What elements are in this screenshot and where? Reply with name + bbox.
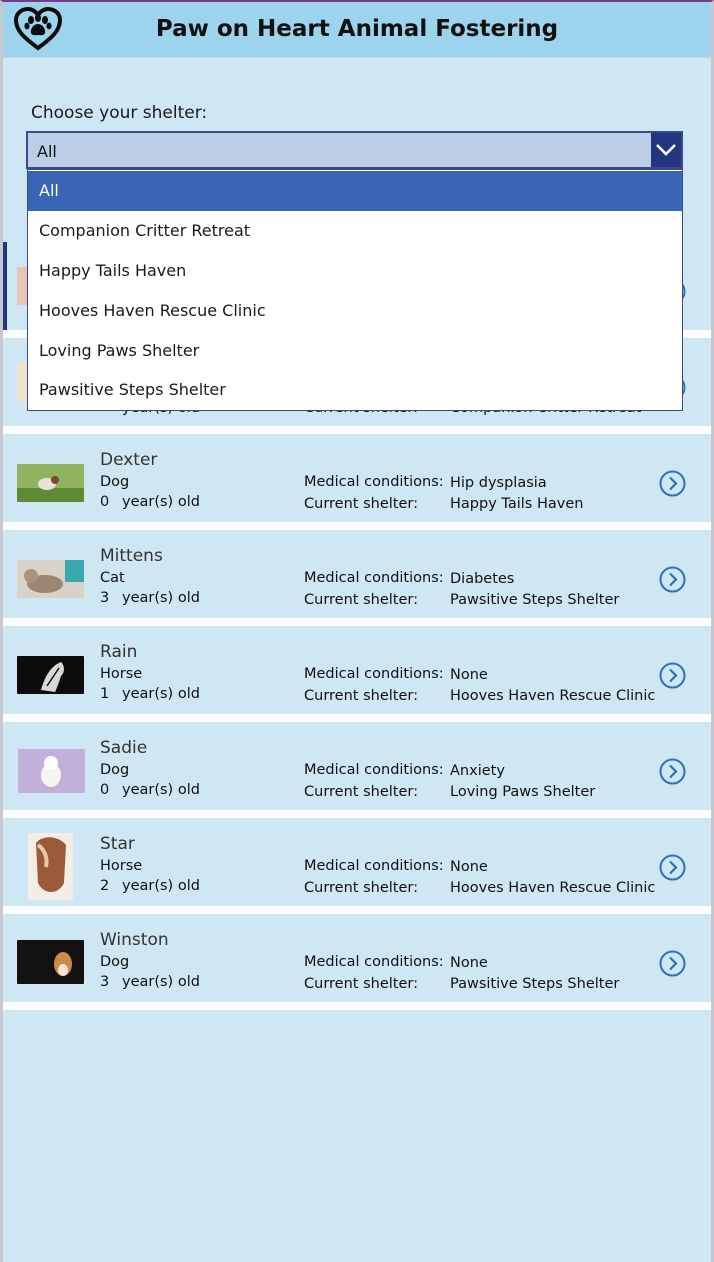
pet-shelter-value: Hooves Haven Rescue Clinic [450,688,656,704]
shelter-label: Current shelter: [304,784,418,800]
medical-label: Medical conditions: [304,666,444,682]
app-header: Paw on Heart Animal Fostering [3,2,711,58]
medical-label: Medical conditions: [304,858,444,874]
pet-shelter-value: Happy Tails Haven [450,496,584,512]
pet-medical-value: Anxiety [450,763,505,779]
pet-medical-value: None [450,859,488,875]
chevron-right-circle-icon[interactable] [659,470,686,497]
pet-age: 3 year(s) old [100,974,200,990]
pet-name: Rain [100,642,138,662]
chevron-right-circle-icon[interactable] [659,662,686,689]
pet-thumbnail [28,833,73,900]
pet-age: 3 year(s) old [100,590,200,606]
pet-row[interactable]: Winston Dog 3 year(s) old Medical conditi… [3,914,711,1002]
pet-medical-value: Hip dysplasia [450,475,547,491]
dropdown-option-pawsitive-steps-shelter[interactable]: Pawsitive Steps Shelter [28,370,682,410]
dropdown-option-companion-critter-retreat[interactable]: Companion Critter Retreat [28,211,682,251]
pet-type: Dog [100,954,130,970]
row-divider [3,618,711,626]
pet-row[interactable]: Dexter Dog 0 year(s) old Medical conditio… [3,434,711,522]
pet-type: Horse [100,666,143,682]
pet-name: Mittens [100,546,163,566]
row-divider [3,810,711,818]
shelter-label: Current shelter: [304,688,418,704]
pet-type: Horse [100,858,143,874]
pet-thumbnail [18,749,85,793]
pet-medical-value: None [450,955,488,971]
shelter-select[interactable]: All [26,131,683,169]
pet-medical-value: None [450,667,488,683]
pet-age: 0 year(s) old [100,494,200,510]
pet-type: Dog [100,762,130,778]
pet-medical-value: Diabetes [450,571,515,587]
pet-row[interactable]: Star Horse 2 year(s) old Medical conditio… [3,818,711,906]
pet-thumbnail [17,560,84,598]
chevron-right-circle-icon[interactable] [659,854,686,881]
selected-indicator [3,242,7,330]
pet-row[interactable]: Sadie Dog 0 year(s) old Medical condition… [3,722,711,810]
pet-thumbnail [17,940,84,984]
shelter-label: Current shelter: [304,976,418,992]
shelter-dropdown-list: All Companion Critter Retreat Happy Tail… [27,169,683,411]
pet-shelter-value: Loving Paws Shelter [450,784,596,800]
pet-shelter-value: Pawsitive Steps Shelter [450,976,620,992]
pet-shelter-value: Hooves Haven Rescue Clinic [450,880,656,896]
chevron-right-circle-icon[interactable] [659,950,686,977]
chevron-right-circle-icon[interactable] [659,758,686,785]
shelter-filter-label: Choose your shelter: [31,103,208,123]
pet-type: Cat [100,570,125,586]
dropdown-option-hooves-haven-rescue-clinic[interactable]: Hooves Haven Rescue Clinic [28,291,682,331]
pet-name: Winston [100,930,169,950]
dropdown-option-all[interactable]: All [28,171,682,211]
pet-type: Dog [100,474,130,490]
shelter-label: Current shelter: [304,880,418,896]
dropdown-toggle-button[interactable] [651,133,681,167]
pet-name: Star [100,834,135,854]
row-divider [3,906,711,914]
row-divider [3,426,711,434]
dropdown-option-loving-paws-shelter[interactable]: Loving Paws Shelter [28,331,682,371]
pet-thumbnail [17,656,84,694]
pet-age: 0 year(s) old [100,782,200,798]
pet-thumbnail [17,464,84,502]
medical-label: Medical conditions: [304,762,444,778]
pet-shelter-value: Pawsitive Steps Shelter [450,592,620,608]
shelter-label: Current shelter: [304,496,418,512]
row-divider [3,522,711,530]
pet-row[interactable]: Mittens Cat 3 year(s) old Medical conditi… [3,530,711,618]
chevron-down-icon [656,144,676,156]
chevron-right-circle-icon[interactable] [659,566,686,593]
dropdown-option-happy-tails-haven[interactable]: Happy Tails Haven [28,251,682,291]
pet-age: 2 year(s) old [100,878,200,894]
row-divider [3,1002,711,1010]
pet-name: Sadie [100,738,148,758]
app-title: Paw on Heart Animal Fostering [155,16,559,42]
row-divider [3,714,711,722]
medical-label: Medical conditions: [304,474,444,490]
app-screen: Paw on Heart Animal Fostering Choose you… [0,0,714,1262]
shelter-select-value: All [37,142,57,161]
medical-label: Medical conditions: [304,570,444,586]
pet-age: 1 year(s) old [100,686,200,702]
pet-row[interactable]: Rain Horse 1 year(s) old Medical conditio… [3,626,711,714]
shelter-label: Current shelter: [304,592,418,608]
medical-label: Medical conditions: [304,954,444,970]
pet-name: Dexter [100,450,158,470]
